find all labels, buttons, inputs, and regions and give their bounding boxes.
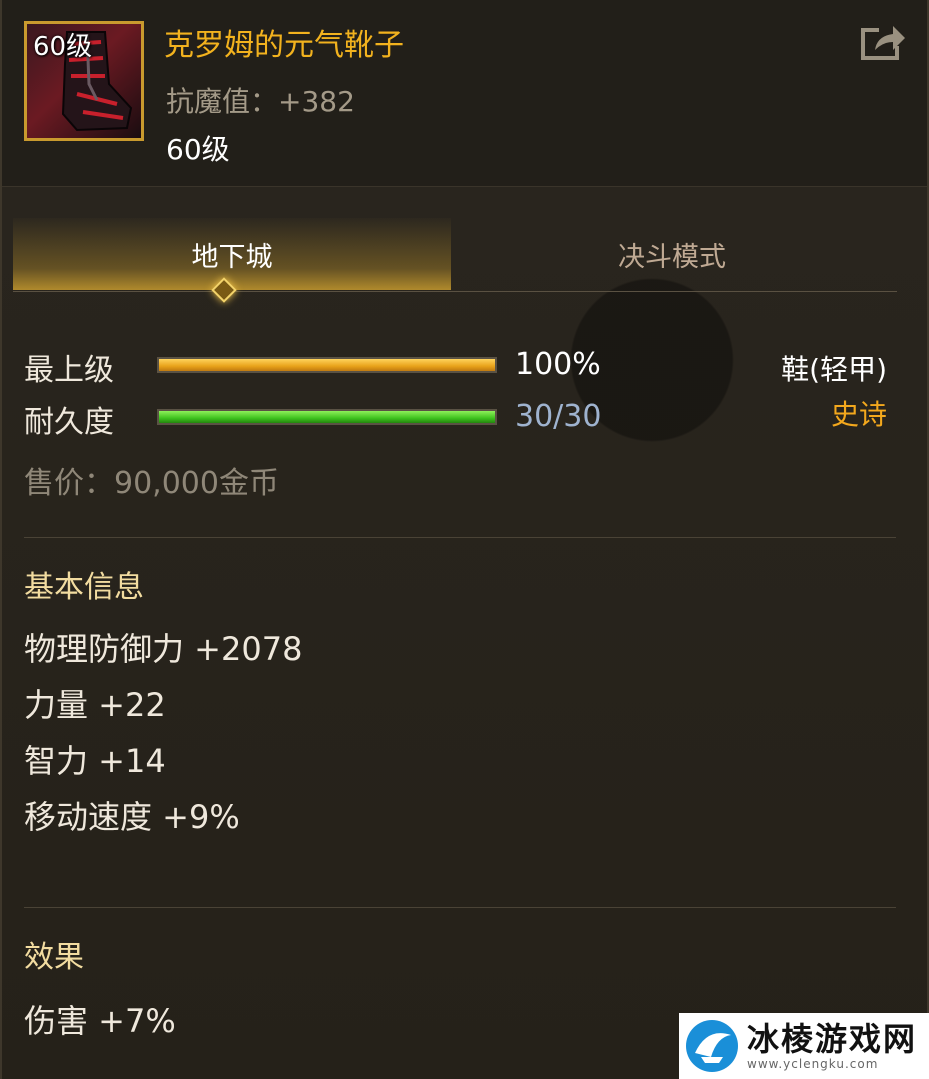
grade-bar xyxy=(157,357,497,373)
item-magic-resist: 抗魔值：+382 xyxy=(166,85,355,118)
divider xyxy=(24,907,896,908)
share-icon xyxy=(861,26,905,60)
tab-duel-mode[interactable]: 决斗模式 xyxy=(453,218,891,290)
item-rarity: 史诗 xyxy=(830,398,887,431)
item-type: 鞋(轻甲) xyxy=(781,353,887,386)
effect-stat: 伤害 +7% xyxy=(24,1002,176,1040)
basic-stat: 移动速度 +9% xyxy=(24,798,240,836)
share-button[interactable] xyxy=(855,20,907,64)
grade-value: 100% xyxy=(515,347,601,382)
durability-bar xyxy=(157,409,497,425)
icon-level-badge: 60级 xyxy=(33,32,93,62)
item-header: 60级 克罗姆的元气靴子 抗魔值：+382 60级 xyxy=(2,0,927,187)
grade-bar-fill xyxy=(159,359,495,371)
item-name: 克罗姆的元气靴子 xyxy=(164,28,404,63)
basic-stat: 力量 +22 xyxy=(24,686,166,724)
item-icon-frame[interactable]: 60级 xyxy=(24,21,144,141)
item-tooltip-panel: 60级 克罗姆的元气靴子 抗魔值：+382 60级 地下城 决斗模式 最上级 1… xyxy=(0,0,929,1079)
effect-title: 效果 xyxy=(24,940,84,975)
durability-value: 30/30 xyxy=(515,399,602,434)
durability-bar-fill xyxy=(159,411,495,423)
mode-tabs: 地下城 决斗模式 xyxy=(13,218,897,292)
basic-stat: 物理防御力 +2078 xyxy=(24,630,303,668)
basic-stat: 智力 +14 xyxy=(24,742,166,780)
item-level: 60级 xyxy=(166,133,230,166)
divider xyxy=(24,537,896,538)
grade-label: 最上级 xyxy=(24,353,114,388)
site-watermark: 冰棱游戏网 www.yclengku.com xyxy=(679,1013,929,1079)
tab-dungeon[interactable]: 地下城 xyxy=(13,218,451,290)
watermark-logo-icon xyxy=(686,1020,738,1072)
durability-label: 耐久度 xyxy=(24,405,114,440)
watermark-url: www.yclengku.com xyxy=(747,1057,879,1071)
watermark-title: 冰棱游戏网 xyxy=(747,1020,918,1058)
basic-info-title: 基本信息 xyxy=(24,570,144,605)
sell-price: 售价：90,000金币 xyxy=(24,466,279,501)
